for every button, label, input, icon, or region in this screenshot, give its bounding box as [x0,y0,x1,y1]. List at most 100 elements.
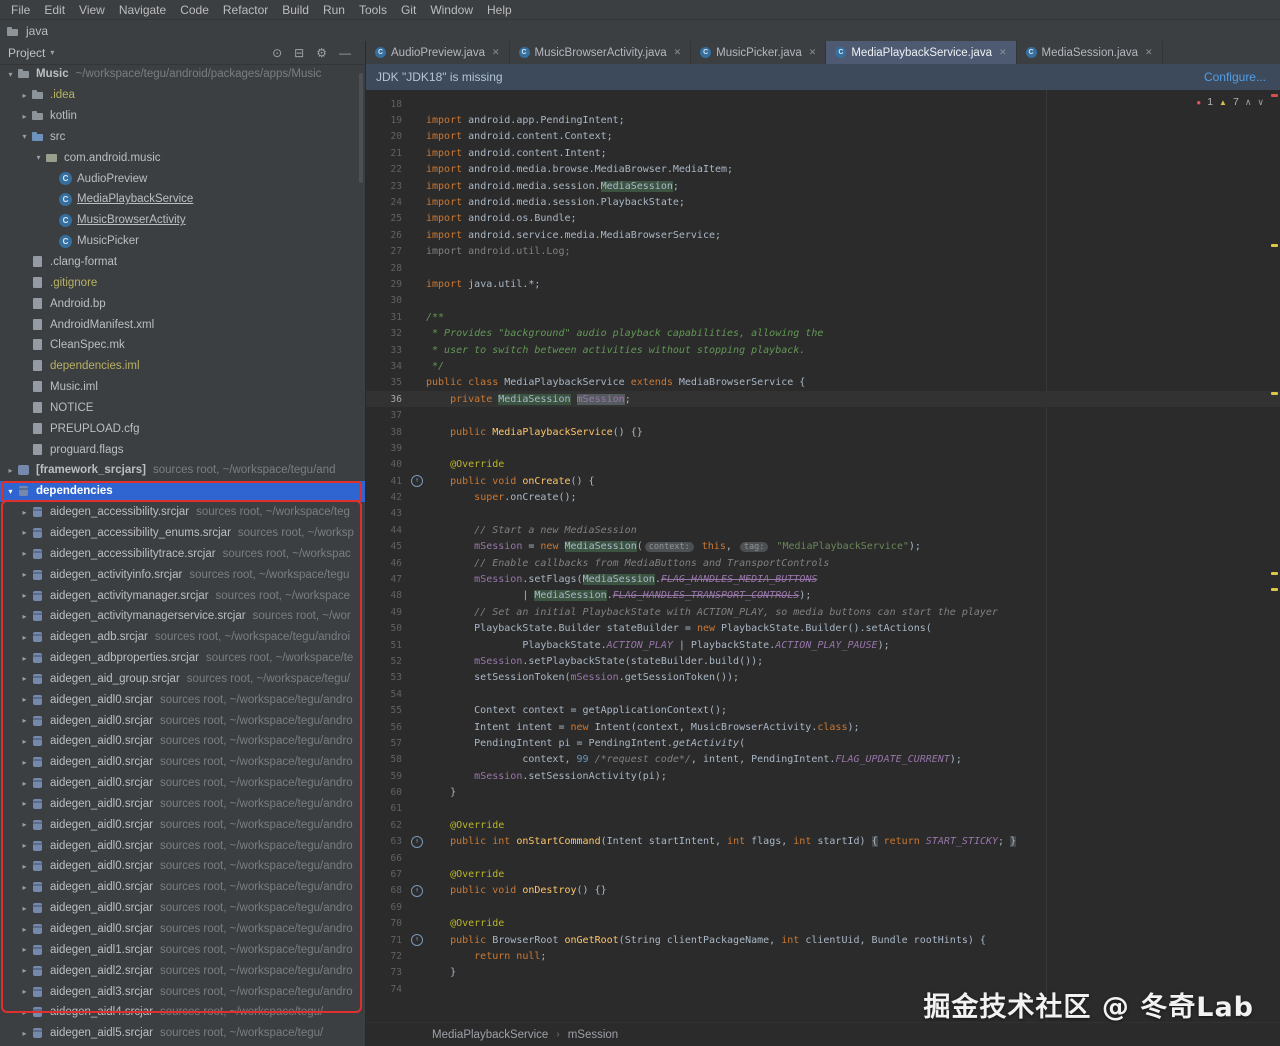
collapse-all-icon[interactable]: ⊟ [294,46,304,60]
chevron-collapsed-icon[interactable]: ▸ [18,528,31,537]
line-number[interactable]: 24 [366,197,408,208]
tree-item-aidegen_aidl0.srcjar[interactable]: ▸aidegen_aidl0.srcjarsources root, ~/wor… [0,898,365,919]
line-number[interactable]: 26 [366,230,408,241]
line-number[interactable]: 38 [366,427,408,438]
menu-window[interactable]: Window [423,2,480,18]
line-number[interactable]: 60 [366,787,408,798]
tree-item-kotlin[interactable]: ▸kotlin [0,106,365,127]
tree-item-proguard.flags[interactable]: proguard.flags [0,439,365,460]
line-number[interactable]: 46 [366,558,408,569]
breadcrumb-mSession[interactable]: mSession [568,1029,619,1041]
tree-item-Music.iml[interactable]: Music.iml [0,377,365,398]
overrides-method-icon[interactable]: ↑ [411,475,423,487]
line-number[interactable]: 34 [366,361,408,372]
tree-item-aidegen_aidl0.srcjar[interactable]: ▸aidegen_aidl0.srcjarsources root, ~/wor… [0,731,365,752]
chevron-collapsed-icon[interactable]: ▸ [18,758,31,767]
line-number[interactable]: 74 [366,984,408,995]
scrollbar-warning-mark[interactable] [1271,392,1278,395]
chevron-collapsed-icon[interactable]: ▸ [18,1008,31,1017]
tree-item-aidegen_aidl1.srcjar[interactable]: ▸aidegen_aidl1.srcjarsources root, ~/wor… [0,939,365,960]
editor-tab-MediaPlaybackService.java[interactable]: CMediaPlaybackService.java✕ [826,41,1016,64]
tree-item-aidegen_aidl0.srcjar[interactable]: ▸aidegen_aidl0.srcjarsources root, ~/wor… [0,856,365,877]
line-number[interactable]: 70 [366,918,408,929]
menu-navigate[interactable]: Navigate [112,2,173,18]
chevron-collapsed-icon[interactable]: ▸ [18,904,31,913]
tree-item-CleanSpec.mk[interactable]: CleanSpec.mk [0,335,365,356]
tree-item-NOTICE[interactable]: NOTICE [0,398,365,419]
chevron-collapsed-icon[interactable]: ▸ [18,508,31,517]
line-number[interactable]: 61 [366,803,408,814]
line-number[interactable]: 66 [366,853,408,864]
line-number[interactable]: 25 [366,213,408,224]
tree-item-aidegen_aidl0.srcjar[interactable]: ▸aidegen_aidl0.srcjarsources root, ~/wor… [0,752,365,773]
close-icon[interactable]: ✕ [674,47,682,58]
line-number[interactable]: 48 [366,590,408,601]
line-number[interactable]: 31 [366,312,408,323]
menu-refactor[interactable]: Refactor [216,2,275,18]
line-number[interactable]: 67 [366,869,408,880]
menu-help[interactable]: Help [480,2,519,18]
line-number[interactable]: 27 [366,246,408,257]
tree-item-aidegen_accessibility_enums.srcjar[interactable]: ▸aidegen_accessibility_enums.srcjarsourc… [0,523,365,544]
tree-item-AudioPreview[interactable]: CAudioPreview [0,168,365,189]
menu-build[interactable]: Build [275,2,316,18]
chevron-collapsed-icon[interactable]: ▸ [18,987,31,996]
tree-item-.gitignore[interactable]: .gitignore [0,272,365,293]
chevron-collapsed-icon[interactable]: ▸ [18,654,31,663]
tree-item-AndroidManifest.xml[interactable]: AndroidManifest.xml [0,314,365,335]
editor-tab-MediaSession.java[interactable]: CMediaSession.java✕ [1017,41,1163,64]
chevron-collapsed-icon[interactable]: ▸ [18,695,31,704]
tree-item-aidegen_accessibility.srcjar[interactable]: ▸aidegen_accessibility.srcjarsources roo… [0,502,365,523]
menu-file[interactable]: File [4,2,37,18]
tree-item-[framework_srcjars][interactable]: ▸[framework_srcjars]sources root, ~/work… [0,460,365,481]
tree-item-aidegen_aidl0.srcjar[interactable]: ▸aidegen_aidl0.srcjarsources root, ~/wor… [0,710,365,731]
scrollbar-warning-mark[interactable] [1271,588,1278,591]
line-number[interactable]: 30 [366,295,408,306]
chevron-down-icon[interactable]: ▾ [50,48,54,57]
chevron-collapsed-icon[interactable]: ▸ [18,591,31,600]
tree-item-aidegen_aidl0.srcjar[interactable]: ▸aidegen_aidl0.srcjarsources root, ~/wor… [0,689,365,710]
line-number[interactable]: 40 [366,459,408,470]
line-number[interactable]: 44 [366,525,408,536]
line-number[interactable]: 39 [366,443,408,454]
line-number[interactable]: 22 [366,164,408,175]
line-number[interactable]: 43 [366,508,408,519]
line-number[interactable]: 45 [366,541,408,552]
line-number[interactable]: 52 [366,656,408,667]
close-icon[interactable]: ✕ [809,47,817,58]
line-number[interactable]: 69 [366,902,408,913]
tree-item-MediaPlaybackService[interactable]: CMediaPlaybackService [0,189,365,210]
tree-item-aidegen_aidl2.srcjar[interactable]: ▸aidegen_aidl2.srcjarsources root, ~/wor… [0,960,365,981]
tree-item-aidegen_aidl0.srcjar[interactable]: ▸aidegen_aidl0.srcjarsources root, ~/wor… [0,794,365,815]
line-number[interactable]: 50 [366,623,408,634]
overrides-method-icon[interactable]: ↑ [411,836,423,848]
line-number[interactable]: 51 [366,640,408,651]
panel-title[interactable]: Project [8,46,45,60]
editor[interactable]: 1819import android.app.PendingIntent;20i… [366,90,1280,1022]
overrides-method-icon[interactable]: ↑ [411,885,423,897]
chevron-collapsed-icon[interactable]: ▸ [18,716,31,725]
line-number[interactable]: 33 [366,345,408,356]
menu-edit[interactable]: Edit [37,2,72,18]
line-number[interactable]: 18 [366,99,408,110]
chevron-collapsed-icon[interactable]: ▸ [18,674,31,683]
line-number[interactable]: 62 [366,820,408,831]
line-number[interactable]: 53 [366,672,408,683]
line-number[interactable]: 47 [366,574,408,585]
chevron-expanded-icon[interactable]: ▾ [4,70,17,79]
line-number[interactable]: 71 [366,935,408,946]
close-icon[interactable]: ✕ [999,47,1007,58]
tree-item-aidegen_accessibilitytrace.srcjar[interactable]: ▸aidegen_accessibilitytrace.srcjarsource… [0,543,365,564]
chevron-collapsed-icon[interactable]: ▸ [18,737,31,746]
editor-tab-AudioPreview.java[interactable]: CAudioPreview.java✕ [366,41,510,64]
line-number[interactable]: 72 [366,951,408,962]
chevron-expanded-icon[interactable]: ▾ [32,153,45,162]
tree-item-aidegen_aidl5.srcjar[interactable]: ▸aidegen_aidl5.srcjarsources root, ~/wor… [0,1023,365,1044]
scrollbar-warning-mark[interactable] [1271,244,1278,247]
tree-item-src[interactable]: ▾src [0,127,365,148]
line-number[interactable]: 35 [366,377,408,388]
line-number[interactable]: 73 [366,967,408,978]
tree-item-.idea[interactable]: ▸.idea [0,85,365,106]
chevron-collapsed-icon[interactable]: ▸ [18,799,31,808]
tree-item-aidegen_activityinfo.srcjar[interactable]: ▸aidegen_activityinfo.srcjarsources root… [0,564,365,585]
